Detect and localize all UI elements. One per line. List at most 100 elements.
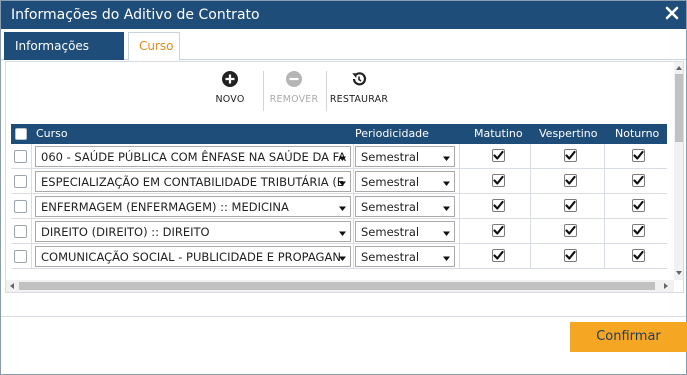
remove-circle-icon	[285, 70, 303, 88]
dropdown-arrow-icon	[442, 177, 451, 186]
cell-divider	[604, 169, 605, 194]
cell-divider	[31, 144, 32, 169]
vespertino-checkbox[interactable]	[564, 249, 577, 262]
toolbar-divider	[326, 71, 327, 111]
course-select-value: COMUNICAÇÃO SOCIAL - PUBLICIDADE E PROPA…	[41, 250, 341, 264]
periodicity-select[interactable]: Semestral	[355, 171, 455, 192]
dialog-title: Informações do Aditivo de Contrato	[11, 7, 260, 23]
grid-header: Curso Periodicidade Matutino Vespertino …	[11, 124, 667, 144]
cell-divider	[459, 194, 460, 219]
periodicity-select-value: Semestral	[361, 150, 420, 164]
cell-divider	[31, 219, 32, 244]
table-row: COMUNICAÇÃO SOCIAL - PUBLICIDADE E PROPA…	[11, 244, 667, 269]
scroll-down-icon[interactable]	[675, 269, 683, 277]
noturno-checkbox[interactable]	[632, 224, 645, 237]
scroll-up-icon[interactable]	[675, 64, 683, 72]
footer-divider	[1, 316, 686, 317]
row-select-checkbox[interactable]	[14, 250, 27, 263]
restore-button[interactable]: RESTAURAR	[328, 70, 390, 110]
table-row: ESPECIALIZAÇÃO EM CONTABILIDADE TRIBUTÁR…	[11, 169, 667, 194]
dropdown-arrow-icon	[338, 202, 347, 211]
periodicity-select-value: Semestral	[361, 175, 420, 189]
cell-divider	[31, 244, 32, 269]
vertical-scrollbar[interactable]	[674, 62, 683, 280]
noturno-checkbox[interactable]	[632, 199, 645, 212]
column-header-vespertino: Vespertino	[539, 127, 598, 140]
column-header-noturno: Noturno	[615, 127, 660, 140]
table-row: DIREITO (DIREITO) :: DIREITO Semestral	[11, 219, 667, 244]
vespertino-checkbox[interactable]	[564, 149, 577, 162]
dropdown-arrow-icon	[442, 202, 451, 211]
periodicity-select[interactable]: Semestral	[355, 196, 455, 217]
row-select-checkbox[interactable]	[14, 200, 27, 213]
table-row: 060 - SAÚDE PÚBLICA COM ÊNFASE NA SAÚDE …	[11, 144, 667, 169]
periodicity-select[interactable]: Semestral	[355, 221, 455, 242]
tab-general-info[interactable]: Informações gerais	[4, 32, 124, 80]
course-select[interactable]: ESPECIALIZAÇÃO EM CONTABILIDADE TRIBUTÁR…	[35, 171, 351, 192]
course-select[interactable]: COMUNICAÇÃO SOCIAL - PUBLICIDADE E PROPA…	[35, 246, 351, 267]
cell-divider	[530, 169, 531, 194]
row-select-checkbox[interactable]	[14, 225, 27, 238]
course-select-value: 060 - SAÚDE PÚBLICA COM ÊNFASE NA SAÚDE …	[41, 150, 347, 164]
remove-button-label: REMOVER	[269, 94, 319, 105]
scroll-left-icon[interactable]	[8, 282, 16, 290]
noturno-checkbox[interactable]	[632, 249, 645, 262]
horizontal-scroll-thumb[interactable]	[19, 282, 655, 290]
periodicity-select-value: Semestral	[361, 200, 420, 214]
matutino-checkbox[interactable]	[492, 174, 505, 187]
scroll-right-icon[interactable]	[662, 282, 670, 290]
cell-divider	[31, 169, 32, 194]
confirm-button[interactable]: Confirmar	[570, 322, 687, 352]
restore-icon	[350, 70, 368, 88]
dropdown-arrow-icon	[338, 227, 347, 236]
grid-toolbar: NOVO REMOVER RESTAURAR	[6, 62, 666, 118]
dialog-titlebar: Informações do Aditivo de Contrato	[1, 1, 686, 29]
dropdown-arrow-icon	[442, 252, 451, 261]
vespertino-checkbox[interactable]	[564, 174, 577, 187]
tab-strip: Informações gerais Curso	[1, 29, 686, 80]
course-select[interactable]: ENFERMAGEM (ENFERMAGEM) :: MEDICINA	[35, 196, 351, 217]
matutino-checkbox[interactable]	[492, 224, 505, 237]
select-all-checkbox[interactable]	[15, 128, 27, 140]
vespertino-checkbox[interactable]	[564, 224, 577, 237]
matutino-checkbox[interactable]	[492, 199, 505, 212]
dropdown-arrow-icon	[338, 152, 347, 161]
vespertino-checkbox[interactable]	[564, 199, 577, 212]
cell-divider	[459, 169, 460, 194]
vertical-scroll-thumb[interactable]	[675, 74, 683, 142]
row-select-checkbox[interactable]	[14, 175, 27, 188]
noturno-checkbox[interactable]	[632, 174, 645, 187]
dropdown-arrow-icon	[442, 227, 451, 236]
dropdown-arrow-icon	[338, 252, 347, 261]
column-header-matutino: Matutino	[474, 127, 523, 140]
course-select-value: ESPECIALIZAÇÃO EM CONTABILIDADE TRIBUTÁR…	[41, 175, 345, 189]
cell-divider	[353, 169, 354, 194]
periodicity-select-value: Semestral	[361, 250, 420, 264]
add-circle-icon	[221, 70, 239, 88]
cell-divider	[353, 144, 354, 169]
dropdown-arrow-icon	[442, 152, 451, 161]
horizontal-scrollbar[interactable]	[6, 280, 674, 292]
toolbar-divider	[263, 71, 264, 111]
tab-course[interactable]: Curso	[128, 32, 180, 61]
dropdown-arrow-icon	[338, 177, 347, 186]
course-select[interactable]: DIREITO (DIREITO) :: DIREITO	[35, 221, 351, 242]
row-select-checkbox[interactable]	[14, 150, 27, 163]
remove-button[interactable]: REMOVER	[268, 70, 320, 110]
course-select[interactable]: 060 - SAÚDE PÚBLICA COM ÊNFASE NA SAÚDE …	[35, 146, 351, 167]
matutino-checkbox[interactable]	[492, 249, 505, 262]
cell-divider	[530, 244, 531, 269]
close-icon[interactable]	[664, 5, 680, 21]
cell-divider	[604, 144, 605, 169]
periodicity-select[interactable]: Semestral	[355, 246, 455, 267]
matutino-checkbox[interactable]	[492, 149, 505, 162]
course-panel: NOVO REMOVER RESTAURAR Curso Periodicida…	[5, 61, 684, 293]
noturno-checkbox[interactable]	[632, 149, 645, 162]
table-row: ENFERMAGEM (ENFERMAGEM) :: MEDICINA Semes…	[11, 194, 667, 219]
cell-divider	[604, 194, 605, 219]
cell-divider	[459, 244, 460, 269]
contract-addendum-dialog: Informações do Aditivo de Contrato Infor…	[0, 0, 687, 375]
periodicity-select[interactable]: Semestral	[355, 146, 455, 167]
new-button[interactable]: NOVO	[212, 70, 248, 110]
course-select-value: ENFERMAGEM (ENFERMAGEM) :: MEDICINA	[41, 200, 289, 214]
